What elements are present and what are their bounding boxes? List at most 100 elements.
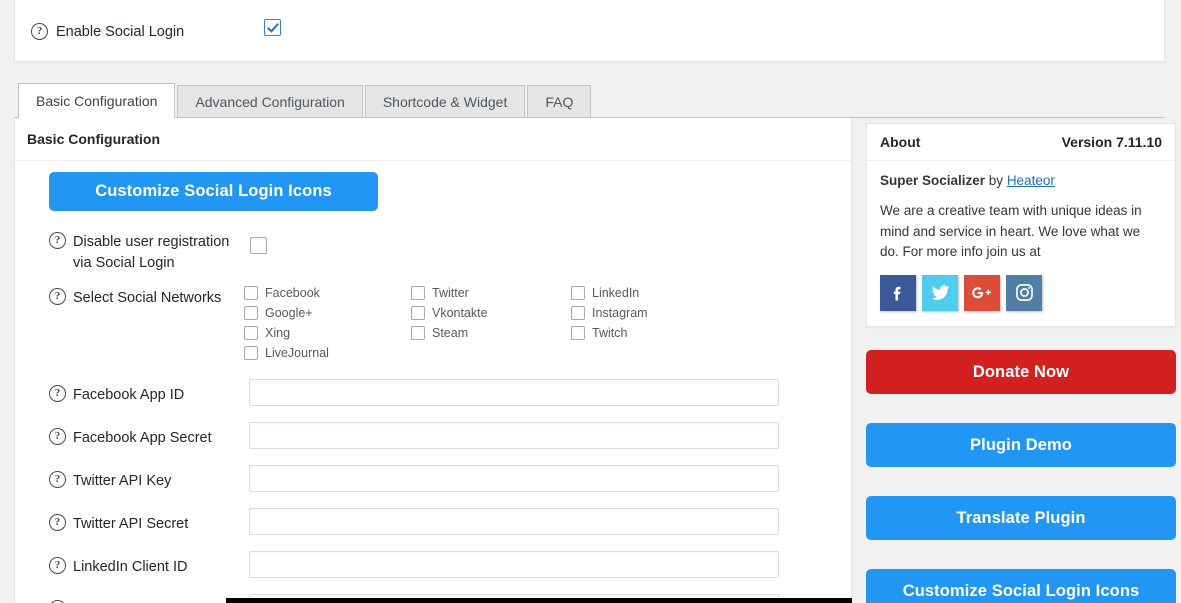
twitter-api-key-label: Twitter API Key (73, 471, 171, 492)
translate-plugin-button[interactable]: Translate Plugin (866, 496, 1176, 540)
author-link[interactable]: Heateor (1007, 173, 1055, 188)
select-social-networks-label-group: ? Select Social Networks (49, 288, 221, 309)
network-checkbox-xing[interactable]: Xing (244, 326, 411, 340)
version-label: Version 7.11.10 (1062, 134, 1162, 150)
network-checkbox-twitter[interactable]: Twitter (411, 286, 571, 300)
enable-social-login-panel: ? Enable Social Login (14, 0, 1165, 62)
help-icon[interactable]: ? (49, 428, 66, 445)
social-networks-column-1: Facebook Google+ Xing LiveJournal (244, 286, 411, 306)
network-checkbox-linkedin[interactable]: LinkedIn (571, 286, 721, 300)
basic-configuration-panel: Basic Configuration Customize Social Log… (14, 118, 852, 603)
about-social-icons (880, 275, 1162, 311)
network-checkbox-vkontakte[interactable]: Vkontakte (411, 306, 571, 320)
facebook-app-id-input[interactable] (249, 379, 779, 406)
bottom-edge-strip (226, 598, 852, 603)
network-checkbox-instagram[interactable]: Instagram (571, 306, 721, 320)
network-label: LinkedIn (592, 286, 639, 300)
about-box-body: Super Socializer by Heateor We are a cre… (867, 161, 1175, 326)
checkbox-box[interactable] (264, 19, 281, 36)
network-label: Vkontakte (432, 306, 488, 320)
social-networks-checkbox-grid: Facebook Google+ Xing LiveJournal (244, 286, 724, 306)
checkbox-box[interactable] (244, 306, 258, 320)
facebook-app-id-label: Facebook App ID (73, 385, 184, 406)
tab-shortcode-widget[interactable]: Shortcode & Widget (365, 85, 526, 118)
disable-registration-label-line1: Disable user registration (73, 234, 229, 250)
panel-title: Basic Configuration (15, 118, 851, 161)
instagram-icon[interactable] (1006, 275, 1042, 311)
google-plus-icon[interactable] (964, 275, 1000, 311)
network-label: Twitch (592, 326, 627, 340)
network-label: LiveJournal (265, 346, 329, 360)
help-icon[interactable]: ? (49, 557, 66, 574)
about-box: About Version 7.11.10 Super Socializer b… (866, 123, 1176, 327)
tabs-underline (14, 117, 1165, 118)
network-checkbox-twitch[interactable]: Twitch (571, 326, 721, 340)
disable-registration-checkbox[interactable] (250, 237, 267, 255)
twitter-api-secret-label-group: ? Twitter API Secret (49, 514, 188, 535)
page-root: ? Enable Social Login Basic Configuratio… (0, 0, 1181, 603)
checkbox-box[interactable] (411, 326, 425, 340)
disable-registration-label: Disable user registration via Social Log… (73, 232, 244, 274)
help-icon[interactable]: ? (49, 385, 66, 402)
twitter-icon[interactable] (922, 275, 958, 311)
help-icon[interactable]: ? (49, 288, 66, 305)
linkedin-client-id-label-group: ? LinkedIn Client ID (49, 557, 187, 578)
twitter-api-secret-input[interactable] (249, 508, 779, 535)
linkedin-client-id-input[interactable] (249, 551, 779, 578)
facebook-app-secret-label-group: ? Facebook App Secret (49, 428, 212, 449)
disable-registration-label-group: ? Disable user registration via Social L… (49, 232, 244, 274)
select-social-networks-label: Select Social Networks (73, 288, 221, 309)
about-description: We are a creative team with unique ideas… (880, 201, 1162, 263)
tab-advanced-configuration[interactable]: Advanced Configuration (177, 85, 362, 118)
twitter-api-key-label-group: ? Twitter API Key (49, 471, 171, 492)
enable-social-login-label: Enable Social Login (56, 24, 184, 40)
checkbox-box[interactable] (244, 326, 258, 340)
help-icon[interactable]: ? (49, 471, 66, 488)
social-networks-column-2: Twitter Vkontakte Steam (411, 286, 571, 306)
donate-now-button[interactable]: Donate Now (866, 350, 1176, 394)
tab-basic-configuration[interactable]: Basic Configuration (18, 83, 175, 118)
checkbox-box[interactable] (411, 306, 425, 320)
checkbox-box[interactable] (250, 237, 267, 254)
checkbox-box[interactable] (571, 306, 585, 320)
network-label: Google+ (265, 306, 313, 320)
twitter-api-secret-label: Twitter API Secret (73, 514, 188, 535)
tab-faq[interactable]: FAQ (527, 85, 591, 118)
social-networks-column-3: LinkedIn Instagram Twitch (571, 286, 721, 306)
disable-registration-label-line2: via Social Login (73, 255, 175, 271)
network-label: Facebook (265, 286, 320, 300)
network-label: Instagram (592, 306, 648, 320)
network-checkbox-facebook[interactable]: Facebook (244, 286, 411, 300)
facebook-app-secret-label: Facebook App Secret (73, 428, 212, 449)
about-box-header: About Version 7.11.10 (867, 124, 1175, 161)
tab-bar: Basic Configuration Advanced Configurati… (18, 83, 593, 118)
customize-social-login-icons-sidebar-button[interactable]: Customize Social Login Icons (866, 569, 1176, 603)
checkbox-box[interactable] (411, 286, 425, 300)
plugin-demo-button[interactable]: Plugin Demo (866, 423, 1176, 467)
enable-social-login-row: ? Enable Social Login (31, 23, 184, 40)
facebook-icon[interactable] (880, 275, 916, 311)
checkbox-box[interactable] (244, 286, 258, 300)
help-icon[interactable]: ? (31, 23, 48, 40)
about-title: About (880, 134, 920, 150)
network-checkbox-steam[interactable]: Steam (411, 326, 571, 340)
network-label: Twitter (432, 286, 469, 300)
checkbox-box[interactable] (571, 286, 585, 300)
checkbox-box[interactable] (244, 346, 258, 360)
network-checkbox-livejournal[interactable]: LiveJournal (244, 346, 411, 360)
plugin-credit-line: Super Socializer by Heateor (880, 173, 1162, 188)
by-text: by (985, 173, 1007, 188)
help-icon[interactable]: ? (49, 232, 66, 249)
twitter-api-key-input[interactable] (249, 465, 779, 492)
help-icon[interactable]: ? (49, 514, 66, 531)
facebook-app-id-label-group: ? Facebook App ID (49, 385, 184, 406)
network-label: Xing (265, 326, 290, 340)
network-checkbox-googleplus[interactable]: Google+ (244, 306, 411, 320)
network-label: Steam (432, 326, 468, 340)
customize-social-login-icons-button[interactable]: Customize Social Login Icons (49, 172, 378, 211)
plugin-name: Super Socializer (880, 173, 985, 188)
checkbox-box[interactable] (571, 326, 585, 340)
facebook-app-secret-input[interactable] (249, 422, 779, 449)
linkedin-client-id-label: LinkedIn Client ID (73, 557, 187, 578)
enable-social-login-checkbox[interactable] (264, 19, 281, 37)
